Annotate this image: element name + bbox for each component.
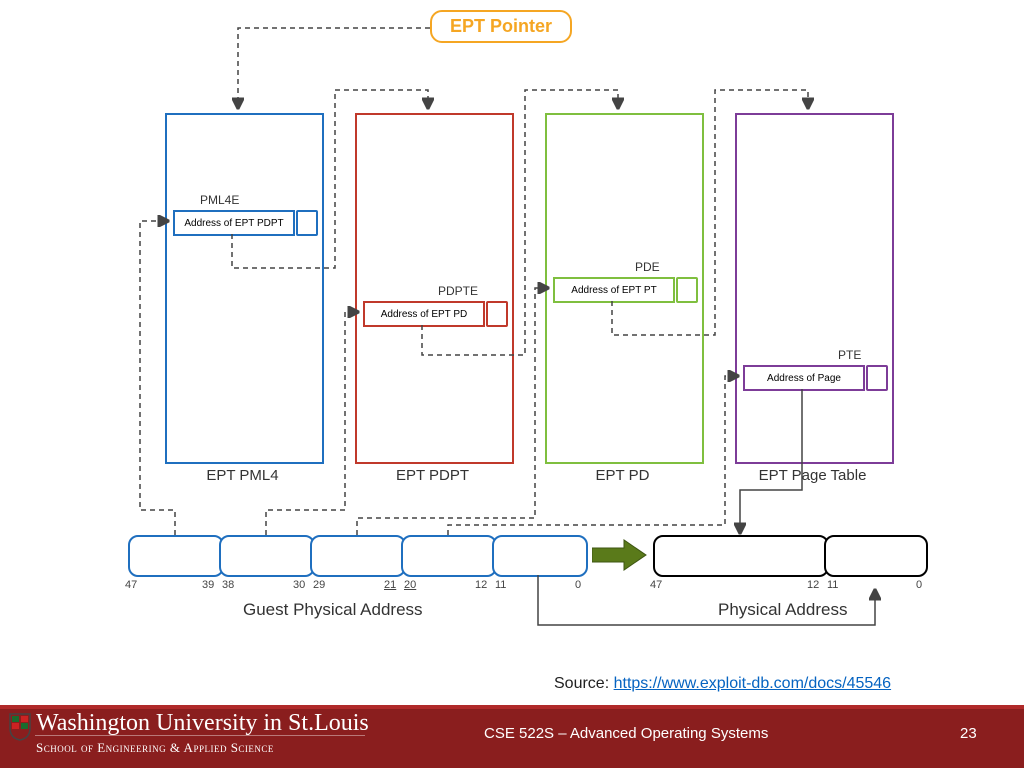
- page-number: 23: [960, 725, 977, 742]
- course-title: CSE 522S – Advanced Operating Systems: [484, 725, 768, 742]
- connectors-icon: [0, 0, 1024, 700]
- university-name: Washington University in St.Louis: [36, 710, 369, 737]
- wustl-shield-icon: [8, 712, 32, 742]
- source-link[interactable]: https://www.exploit-db.com/docs/45546: [614, 675, 891, 692]
- source-prefix: Source:: [554, 675, 614, 692]
- source-line: Source: https://www.exploit-db.com/docs/…: [554, 675, 891, 693]
- school-name: School of Engineering & Applied Science: [36, 740, 274, 756]
